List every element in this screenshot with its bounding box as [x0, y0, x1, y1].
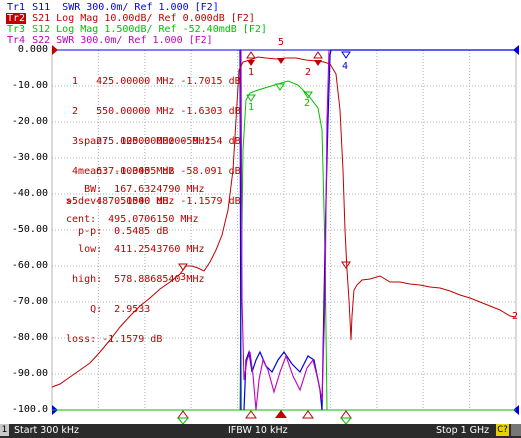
trace-s22-line — [240, 49, 330, 411]
status-bar: 1 Start 300 kHz IFBW 10 kHz Stop 1 GHz C… — [0, 424, 521, 438]
bw-row: Q: 2.9533 — [60, 304, 151, 315]
marker-top-2[interactable] — [313, 51, 323, 59]
marker-4-s21[interactable] — [341, 261, 351, 269]
stim-marker-5[interactable] — [275, 410, 287, 418]
stim-marker-2[interactable] — [302, 410, 314, 419]
ref-arrow-left-top[interactable] — [52, 45, 58, 55]
stim-marker-3[interactable] — [177, 410, 189, 419]
marker-label-2-right: 2 — [512, 311, 519, 322]
marker-label-1-s21: 1 — [248, 67, 255, 78]
bw-row: low: 411.2543760 MHz — [60, 244, 205, 255]
marker-1-s21[interactable] — [247, 60, 255, 66]
marker-2-s21[interactable] — [314, 60, 322, 66]
marker-row: 1 425.00000 MHz -1.7015 dB — [60, 76, 241, 87]
marker-5-s21[interactable] — [277, 58, 285, 64]
start-frequency[interactable]: Start 300 kHz — [14, 424, 79, 438]
bw-row: high: 578.8868540 MHz — [60, 274, 205, 285]
marker-top-1[interactable] — [246, 51, 256, 59]
calibration-status-badge[interactable]: C? — [496, 424, 509, 436]
marker-label-5-top: 5 — [278, 37, 285, 48]
stop-frequency[interactable]: Stop 1 GHz — [436, 424, 489, 438]
stat-row: span: 125.0000000 MHz — [60, 136, 211, 147]
marker-label-2-s12: 2 — [304, 98, 311, 109]
status-corner-box — [511, 424, 521, 436]
if-bandwidth[interactable]: IFBW 10 kHz — [228, 424, 288, 438]
marker-4-s11[interactable] — [341, 51, 351, 59]
marker-label-4-s11: 4 — [342, 61, 349, 72]
stim-marker-4[interactable] — [340, 410, 352, 419]
bw-row: cent: 495.0706150 MHz — [60, 214, 199, 225]
marker-label-1-s12: 1 — [248, 102, 255, 113]
stimulus-markers[interactable] — [176, 410, 353, 424]
channel-indicator[interactable]: 1 — [0, 424, 9, 436]
bandwidth-search-results: BW: 167.6324790 MHz cent: 495.0706150 MH… — [60, 165, 205, 365]
bw-row: BW: 167.6324790 MHz — [60, 184, 205, 195]
bw-row: loss: -1.1579 dB — [60, 334, 163, 345]
marker-5-s12[interactable] — [275, 83, 285, 91]
trace-s11-line — [239, 49, 516, 411]
marker-row: 2 550.00000 MHz -1.6303 dB — [60, 106, 241, 117]
marker-label-2-s21: 2 — [305, 67, 312, 78]
marker-1-s12[interactable] — [246, 94, 256, 102]
stim-marker-1[interactable] — [245, 410, 257, 419]
vna-screen: Tr1 S11 SWR 300.0m/ Ref 1.000 [F2] Tr2 S2… — [0, 0, 521, 438]
